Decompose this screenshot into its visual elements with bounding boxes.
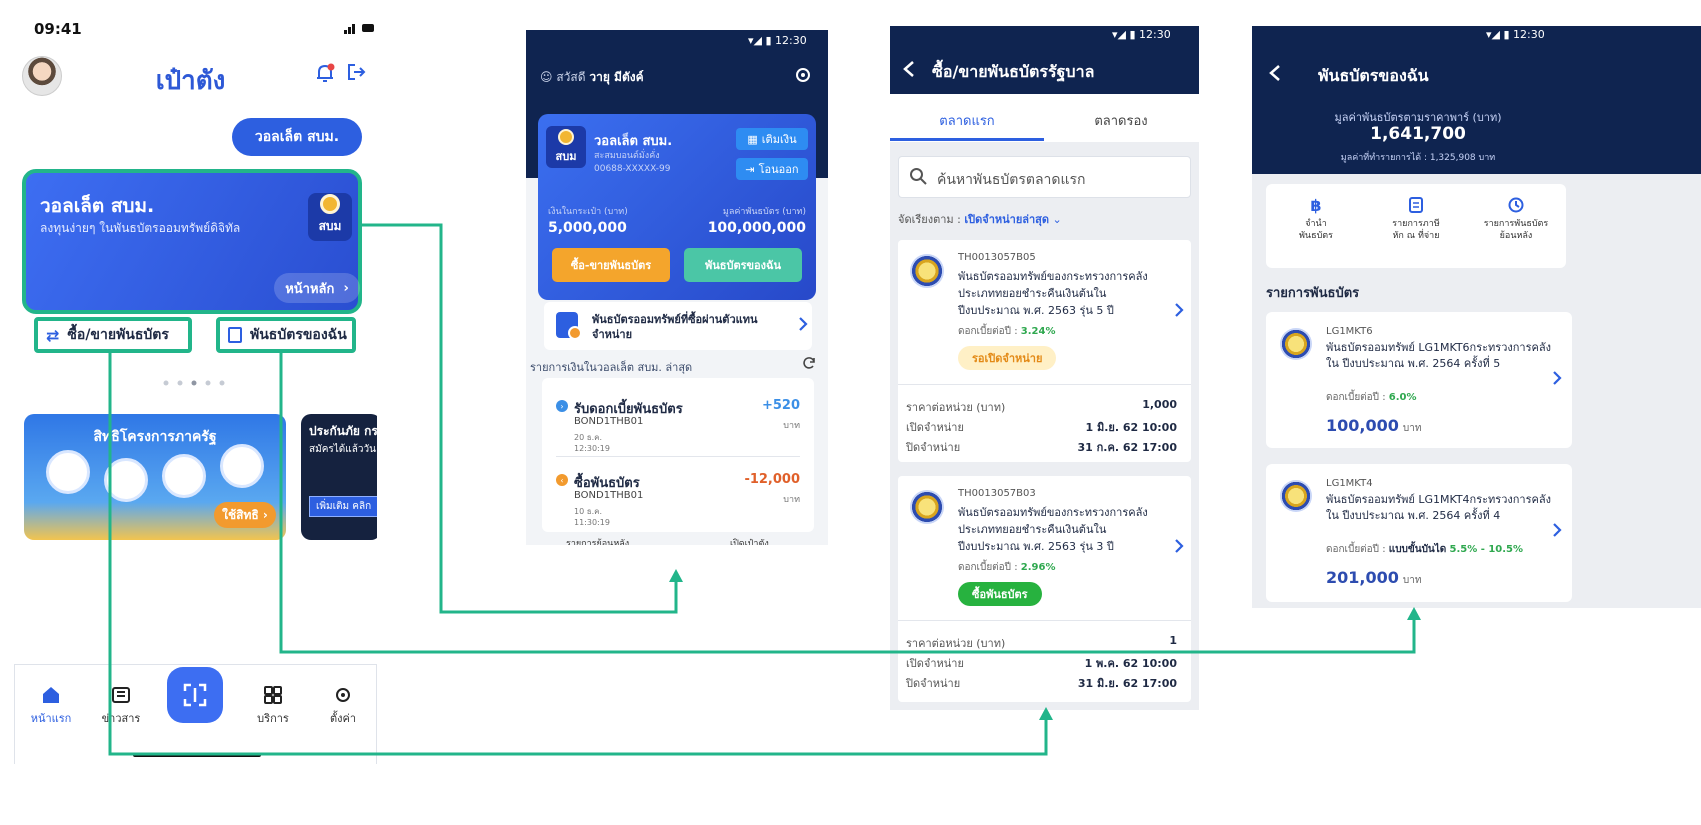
connector-wallet-to-dashboard <box>362 223 678 614</box>
connector-trade-to-market <box>108 350 1048 756</box>
arrowhead <box>1039 707 1053 720</box>
arrowhead <box>669 569 683 582</box>
connector-mybonds-to-mybonds <box>279 350 1416 654</box>
arrowhead <box>1407 607 1421 620</box>
flow-connectors <box>108 223 1421 756</box>
